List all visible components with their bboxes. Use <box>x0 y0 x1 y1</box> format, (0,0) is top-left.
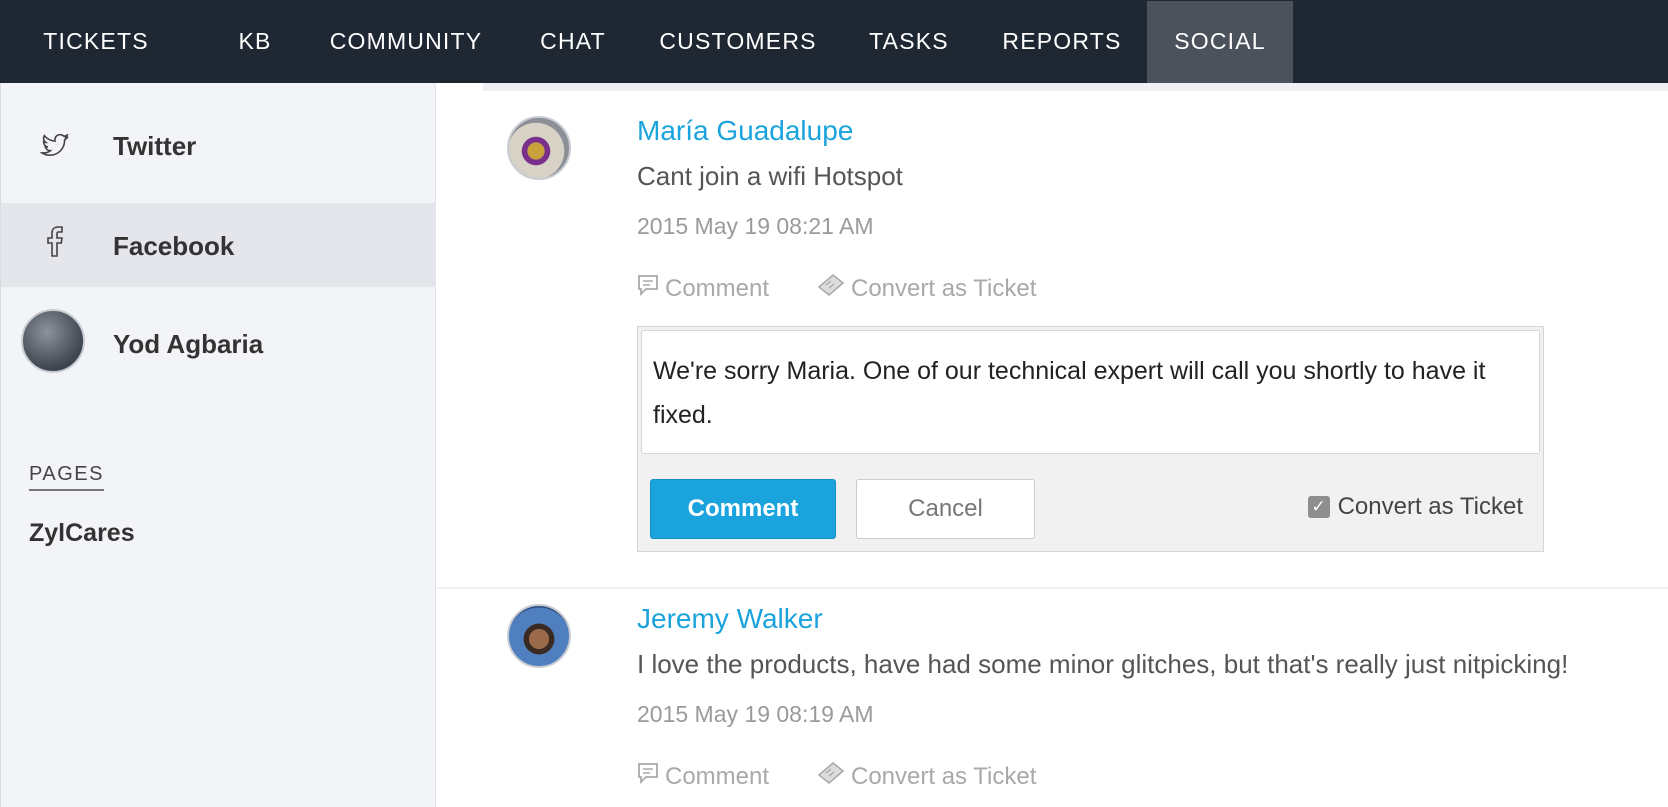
sidebar-item-label: Twitter <box>113 131 197 161</box>
comment-icon <box>637 273 659 304</box>
comment-action[interactable]: Comment <box>637 761 769 792</box>
avatar[interactable] <box>507 116 571 180</box>
account-name: Yod Agbaria <box>113 329 264 359</box>
sidebar-item-twitter[interactable]: Twitter <box>1 105 436 189</box>
nav-kb[interactable]: KB <box>229 1 281 84</box>
nav-reports[interactable]: REPORTS <box>997 1 1127 84</box>
post-text: I love the products, have had some minor… <box>637 649 1569 679</box>
pages-heading: PAGES <box>29 463 104 491</box>
nav-community[interactable]: COMMUNITY <box>321 1 491 84</box>
post-timestamp: 2015 May 19 08:19 AM <box>637 701 874 727</box>
convert-checkbox-label: Convert as Ticket <box>1337 493 1523 520</box>
feed-top-strip <box>483 83 1668 91</box>
social-feed: María Guadalupe Cant join a wifi Hotspot… <box>437 83 1668 807</box>
reply-box: We're sorry Maria. One of our technical … <box>637 326 1544 552</box>
convert-ticket-checkbox[interactable]: ✓ Convert as Ticket <box>1307 493 1523 521</box>
cancel-button[interactable]: Cancel <box>856 479 1035 539</box>
post-author[interactable]: María Guadalupe <box>637 115 853 147</box>
convert-action-label: Convert as Ticket <box>851 274 1037 302</box>
comment-button[interactable]: Comment <box>650 479 836 539</box>
convert-action-label: Convert as Ticket <box>851 762 1037 790</box>
twitter-icon <box>37 129 73 165</box>
avatar <box>21 309 85 373</box>
sidebar-item-label: Facebook <box>113 231 235 261</box>
nav-tasks[interactable]: TASKS <box>863 1 955 84</box>
sidebar-account[interactable]: Yod Agbaria <box>1 307 436 391</box>
post-timestamp: 2015 May 19 08:21 AM <box>637 213 874 239</box>
post-author[interactable]: Jeremy Walker <box>637 603 823 635</box>
reply-textarea[interactable]: We're sorry Maria. One of our technical … <box>641 330 1540 454</box>
top-nav: TICKETS KB COMMUNITY CHAT CUSTOMERS TASK… <box>0 0 1668 84</box>
post-divider <box>437 587 1668 589</box>
ticket-icon <box>817 761 845 792</box>
sidebar-item-facebook[interactable]: Facebook <box>1 203 436 287</box>
nav-social[interactable]: SOCIAL <box>1147 1 1293 84</box>
page-link-zylcares[interactable]: ZylCares <box>29 519 135 548</box>
convert-ticket-action[interactable]: Convert as Ticket <box>817 761 1036 792</box>
nav-tickets[interactable]: TICKETS <box>1 1 191 84</box>
ticket-icon <box>817 273 845 304</box>
convert-ticket-action[interactable]: Convert as Ticket <box>817 273 1036 304</box>
nav-chat[interactable]: CHAT <box>531 1 615 84</box>
comment-action-label: Comment <box>665 274 770 302</box>
avatar[interactable] <box>507 604 571 668</box>
comment-action[interactable]: Comment <box>637 273 769 304</box>
comment-action-label: Comment <box>665 762 770 790</box>
facebook-icon <box>37 223 73 259</box>
checkbox-checked-icon: ✓ <box>1307 496 1330 518</box>
comment-icon <box>637 761 659 792</box>
nav-customers[interactable]: CUSTOMERS <box>653 1 823 84</box>
post-text: Cant join a wifi Hotspot <box>637 161 903 191</box>
sidebar: Twitter Facebook Yod Agbaria PAGES ZylCa… <box>0 83 436 807</box>
